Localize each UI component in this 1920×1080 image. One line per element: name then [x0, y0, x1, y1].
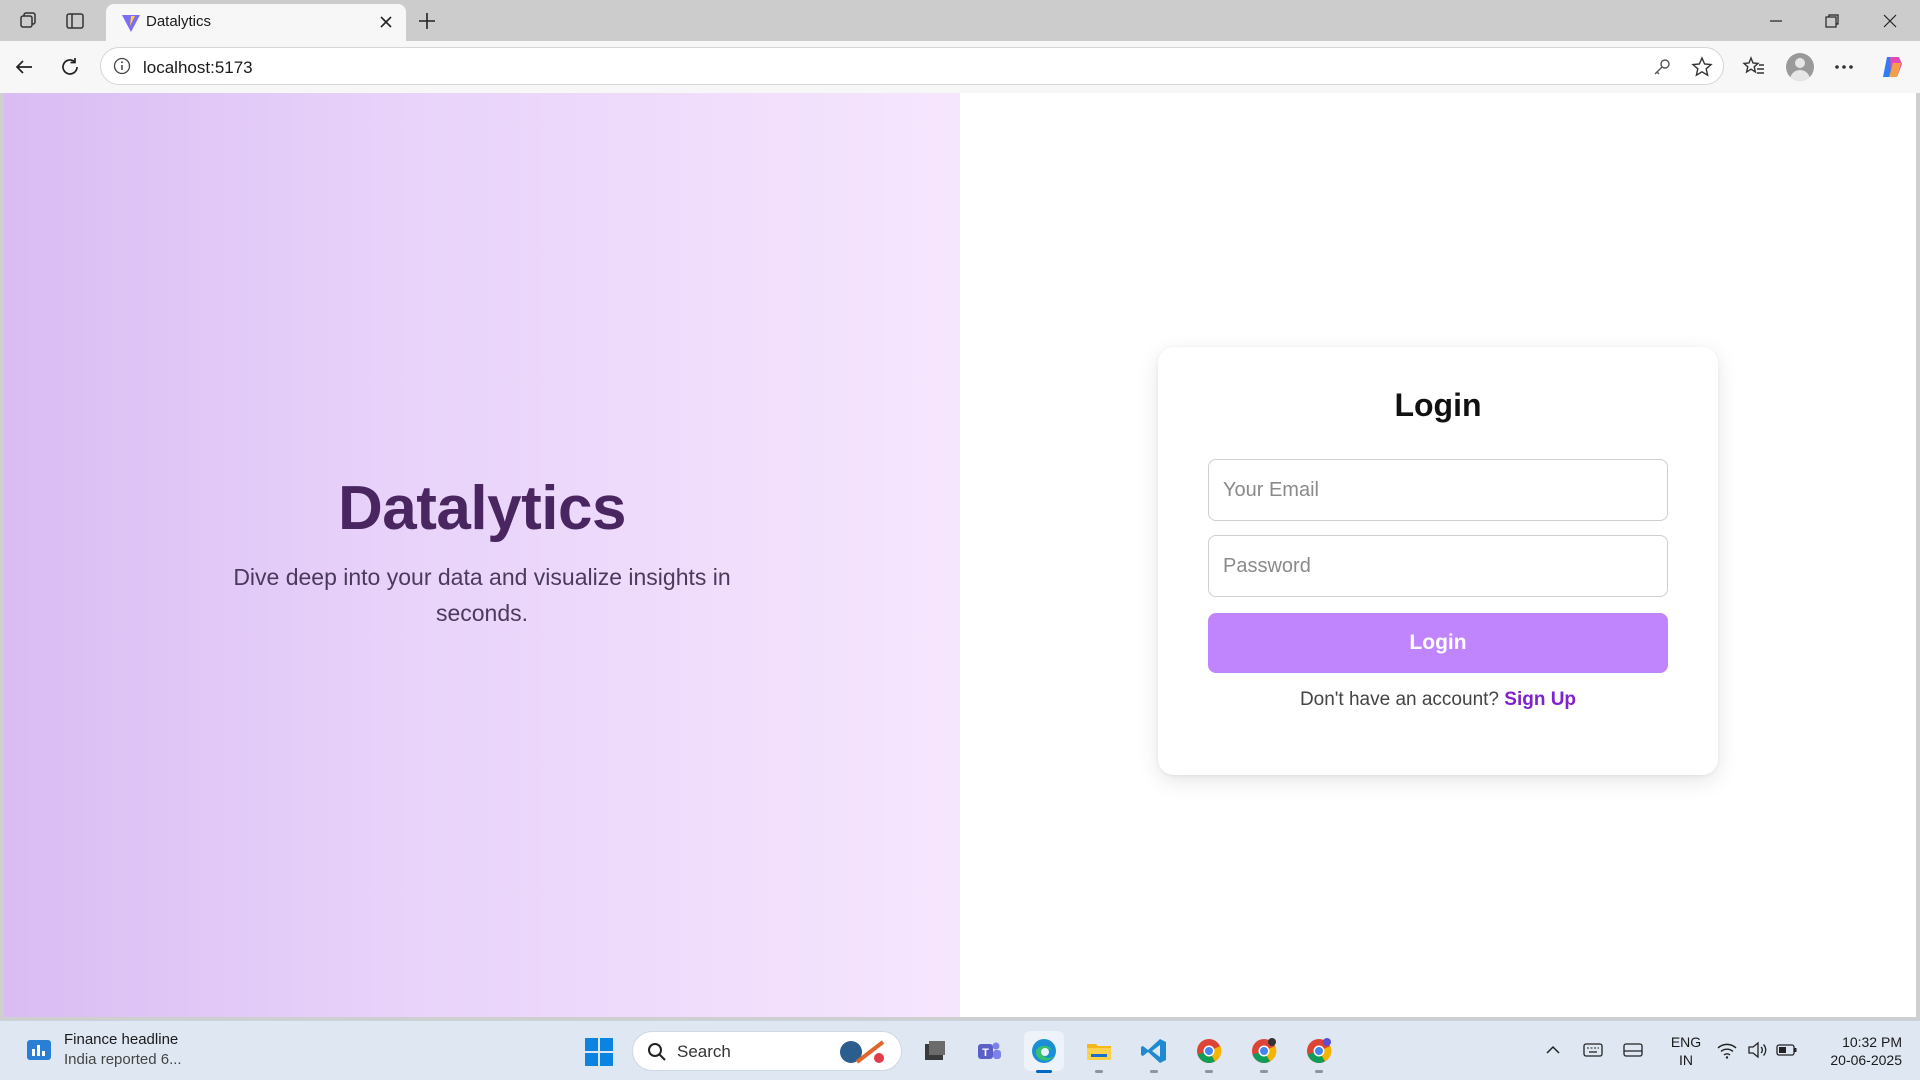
wifi-icon[interactable] [1716, 1039, 1738, 1061]
chrome-icon[interactable] [1299, 1031, 1339, 1073]
page-viewport: Datalytics Dive deep into your data and … [4, 93, 1916, 1017]
copilot-icon[interactable] [1878, 53, 1906, 81]
file-explorer-icon[interactable] [1079, 1031, 1119, 1073]
clock-date: 20-06-2025 [1830, 1052, 1902, 1068]
signup-link[interactable]: Sign Up [1504, 689, 1576, 710]
search-label: Search [677, 1042, 731, 1061]
tab-actions-icon[interactable] [62, 8, 88, 34]
info-icon[interactable] [113, 57, 131, 75]
search-highlight-icon [840, 1040, 885, 1064]
navigation-bar: localhost:5173 [0, 41, 1920, 93]
key-icon[interactable] [1651, 56, 1673, 78]
login-title: Login [1394, 387, 1482, 423]
battery-icon[interactable] [1776, 1039, 1798, 1061]
language-code: ENG [1670, 1034, 1702, 1050]
address-bar[interactable]: localhost:5173 [100, 47, 1724, 85]
taskbar-search[interactable]: Search [632, 1031, 902, 1071]
more-icon[interactable] [1830, 53, 1858, 81]
profile-avatar-icon[interactable] [1786, 53, 1814, 81]
signup-prompt-row: Don't have an account? Sign Up [1158, 689, 1718, 711]
widget-title[interactable]: Finance headline [64, 1031, 178, 1048]
restore-icon[interactable] [1812, 8, 1852, 34]
chrome-icon[interactable] [1244, 1031, 1284, 1073]
taskbar: Finance headline India reported 6... Sea… [0, 1020, 1920, 1080]
back-arrow-icon[interactable] [10, 53, 38, 81]
clock-time: 10:32 PM [1842, 1034, 1902, 1050]
language-indicator[interactable]: ENG IN [1668, 1033, 1704, 1069]
chrome-icon[interactable] [1189, 1031, 1229, 1073]
search-icon [648, 1043, 666, 1061]
hero-title: Datalytics [338, 474, 626, 543]
vscode-icon[interactable] [1134, 1031, 1174, 1073]
edge-icon[interactable] [1024, 1031, 1064, 1073]
volume-icon[interactable] [1746, 1039, 1768, 1061]
teams-icon[interactable]: T [969, 1031, 1009, 1071]
close-tab-icon[interactable] [376, 12, 396, 32]
close-window-icon[interactable] [1870, 8, 1910, 34]
refresh-icon[interactable] [56, 53, 84, 81]
hero-subtitle: Dive deep into your data and visualize i… [233, 564, 731, 626]
tab-title: Datalytics [146, 13, 212, 30]
url-text[interactable]: localhost:5173 [143, 58, 253, 78]
hero-panel: Datalytics Dive deep into your data and … [4, 93, 960, 1017]
language-region: IN [1679, 1052, 1693, 1068]
active-tab[interactable]: Datalytics [106, 4, 406, 41]
plus-icon[interactable] [414, 8, 440, 34]
svg-text:T: T [982, 1047, 989, 1059]
password-field[interactable] [1208, 535, 1668, 597]
login-card: Login Login Don't have an account? Sign … [1158, 347, 1718, 775]
chevron-up-icon[interactable] [1542, 1039, 1564, 1061]
widget-subtitle[interactable]: India reported 6... [64, 1051, 182, 1068]
star-icon[interactable] [1691, 56, 1713, 78]
windows-start-icon[interactable] [584, 1037, 614, 1067]
system-clock[interactable]: 10:32 PM 20-06-2025 [1810, 1033, 1902, 1069]
minimize-icon[interactable] [1756, 8, 1796, 34]
login-button[interactable]: Login [1208, 613, 1668, 673]
favorites-icon[interactable] [1740, 53, 1768, 81]
signup-prompt: Don't have an account? [1299, 689, 1499, 710]
task-view-icon[interactable] [914, 1031, 954, 1071]
display-icon[interactable] [1622, 1039, 1644, 1061]
tab-strip: Datalytics [0, 0, 1920, 41]
finance-widget-icon[interactable] [26, 1039, 52, 1061]
vite-logo-icon [122, 15, 140, 32]
keyboard-icon[interactable] [1582, 1039, 1604, 1061]
workspaces-icon[interactable] [16, 8, 42, 34]
email-field[interactable] [1208, 459, 1668, 521]
